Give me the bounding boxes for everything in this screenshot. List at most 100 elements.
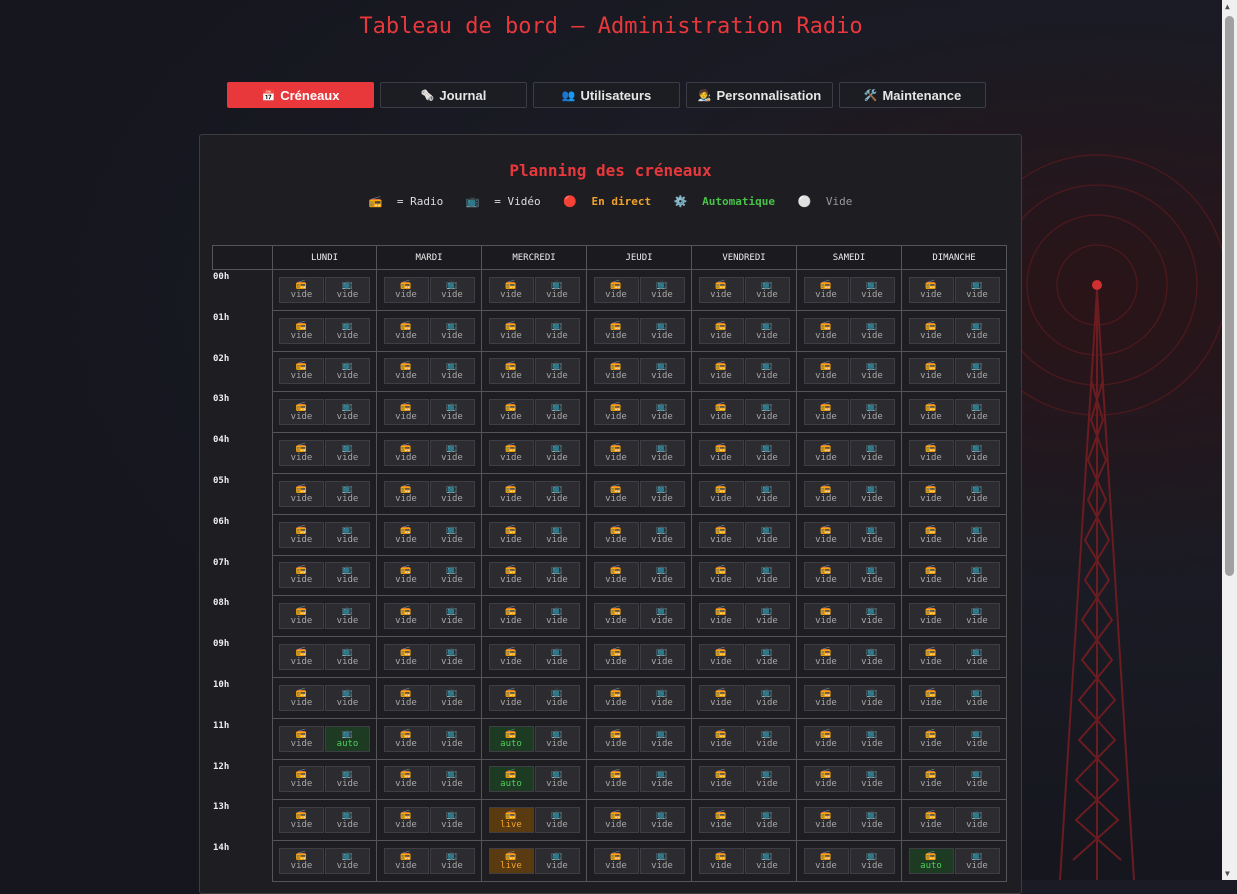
radio-slot[interactable]: 📻 vide	[279, 848, 324, 875]
scroll-down-icon[interactable]: ▼	[1225, 869, 1230, 878]
radio-slot[interactable]: 📻 vide	[593, 480, 639, 507]
radio-slot[interactable]: 📻 vide	[383, 725, 429, 752]
tab-maintenance[interactable]: 🛠️ Maintenance	[839, 82, 986, 108]
video-slot[interactable]: 📺 vide	[954, 725, 1000, 752]
radio-slot[interactable]: 📻 vide	[279, 725, 324, 752]
video-slot[interactable]: 📺 vide	[849, 521, 895, 548]
video-slot[interactable]: 📺 vide	[429, 684, 475, 711]
radio-slot[interactable]: 📻 vide	[488, 440, 534, 467]
radio-slot[interactable]: 📻 vide	[383, 358, 429, 385]
radio-slot[interactable]: 📻 vide	[908, 440, 954, 467]
video-slot[interactable]: 📺 vide	[849, 807, 895, 834]
radio-slot[interactable]: 📻 vide	[803, 603, 849, 630]
radio-slot[interactable]: 📻 vide	[488, 358, 534, 385]
radio-slot[interactable]: 📻 vide	[383, 399, 429, 426]
video-slot[interactable]: 📺 vide	[639, 684, 685, 711]
radio-slot[interactable]: 📻 vide	[803, 440, 849, 467]
radio-slot[interactable]: 📻 vide	[488, 276, 534, 303]
radio-slot[interactable]: 📻 vide	[383, 684, 429, 711]
radio-slot[interactable]: 📻 vide	[383, 807, 429, 834]
radio-slot[interactable]: 📻 vide	[593, 276, 639, 303]
scrollbar[interactable]: ▲ ▼	[1222, 0, 1237, 880]
video-slot[interactable]: 📺 vide	[639, 848, 685, 875]
radio-slot[interactable]: 📻 vide	[279, 644, 324, 671]
video-slot[interactable]: 📺 vide	[429, 317, 475, 344]
radio-slot[interactable]: 📻 vide	[488, 684, 534, 711]
video-slot[interactable]: 📺 vide	[429, 521, 475, 548]
video-slot[interactable]: 📺 vide	[954, 317, 1000, 344]
radio-slot[interactable]: 📻 auto	[488, 766, 534, 793]
video-slot[interactable]: 📺 vide	[639, 399, 685, 426]
video-slot[interactable]: 📺 vide	[744, 807, 790, 834]
radio-slot[interactable]: 📻 vide	[908, 684, 954, 711]
radio-slot[interactable]: 📻 vide	[698, 276, 744, 303]
video-slot[interactable]: 📺 vide	[325, 644, 370, 671]
radio-slot[interactable]: 📻 vide	[908, 807, 954, 834]
video-slot[interactable]: 📺 vide	[954, 644, 1000, 671]
radio-slot[interactable]: 📻 vide	[383, 521, 429, 548]
video-slot[interactable]: 📺 vide	[954, 276, 1000, 303]
video-slot[interactable]: 📺 vide	[325, 766, 370, 793]
video-slot[interactable]: 📺 vide	[639, 358, 685, 385]
video-slot[interactable]: 📺 vide	[534, 440, 580, 467]
video-slot[interactable]: 📺 vide	[954, 480, 1000, 507]
radio-slot[interactable]: 📻 vide	[593, 725, 639, 752]
video-slot[interactable]: 📺 vide	[744, 603, 790, 630]
video-slot[interactable]: 📺 vide	[534, 603, 580, 630]
video-slot[interactable]: 📺 vide	[429, 766, 475, 793]
radio-slot[interactable]: 📻 vide	[593, 848, 639, 875]
radio-slot[interactable]: 📻 vide	[279, 521, 324, 548]
radio-slot[interactable]: 📻 vide	[908, 399, 954, 426]
video-slot[interactable]: 📺 vide	[325, 480, 370, 507]
radio-slot[interactable]: 📻 vide	[698, 603, 744, 630]
radio-slot[interactable]: 📻 vide	[803, 766, 849, 793]
video-slot[interactable]: 📺 vide	[954, 848, 1000, 875]
radio-slot[interactable]: 📻 vide	[803, 562, 849, 589]
video-slot[interactable]: 📺 vide	[849, 848, 895, 875]
radio-slot[interactable]: 📻 vide	[698, 848, 744, 875]
radio-slot[interactable]: 📻 vide	[698, 725, 744, 752]
radio-slot[interactable]: 📻 vide	[593, 358, 639, 385]
video-slot[interactable]: 📺 vide	[744, 480, 790, 507]
radio-slot[interactable]: 📻 vide	[803, 807, 849, 834]
video-slot[interactable]: 📺 vide	[325, 603, 370, 630]
radio-slot[interactable]: 📻 vide	[908, 317, 954, 344]
video-slot[interactable]: 📺 vide	[325, 399, 370, 426]
radio-slot[interactable]: 📻 vide	[698, 766, 744, 793]
video-slot[interactable]: 📺 vide	[429, 276, 475, 303]
video-slot[interactable]: 📺 vide	[534, 317, 580, 344]
scroll-up-icon[interactable]: ▲	[1225, 2, 1230, 11]
radio-slot[interactable]: 📻 vide	[698, 521, 744, 548]
radio-slot[interactable]: 📻 vide	[488, 603, 534, 630]
radio-slot[interactable]: 📻 vide	[698, 358, 744, 385]
radio-slot[interactable]: 📻 vide	[383, 317, 429, 344]
radio-slot[interactable]: 📻 vide	[593, 399, 639, 426]
radio-slot[interactable]: 📻 vide	[279, 480, 324, 507]
radio-slot[interactable]: 📻 vide	[279, 440, 324, 467]
video-slot[interactable]: 📺 vide	[849, 440, 895, 467]
radio-slot[interactable]: 📻 vide	[593, 644, 639, 671]
video-slot[interactable]: 📺 vide	[325, 848, 370, 875]
video-slot[interactable]: 📺 vide	[534, 358, 580, 385]
video-slot[interactable]: 📺 vide	[639, 317, 685, 344]
video-slot[interactable]: 📺 vide	[849, 317, 895, 344]
radio-slot[interactable]: 📻 vide	[908, 725, 954, 752]
radio-slot[interactable]: 📻 vide	[593, 766, 639, 793]
radio-slot[interactable]: 📻 vide	[908, 358, 954, 385]
radio-slot[interactable]: 📻 auto	[488, 725, 534, 752]
video-slot[interactable]: 📺 vide	[325, 521, 370, 548]
video-slot[interactable]: 📺 vide	[954, 358, 1000, 385]
video-slot[interactable]: 📺 vide	[954, 399, 1000, 426]
video-slot[interactable]: 📺 vide	[429, 399, 475, 426]
video-slot[interactable]: 📺 vide	[639, 644, 685, 671]
radio-slot[interactable]: 📻 vide	[698, 807, 744, 834]
video-slot[interactable]: 📺 vide	[849, 358, 895, 385]
video-slot[interactable]: 📺 vide	[429, 644, 475, 671]
tab-journal[interactable]: 🗞️ Journal	[380, 82, 527, 108]
video-slot[interactable]: 📺 vide	[325, 440, 370, 467]
video-slot[interactable]: 📺 vide	[849, 684, 895, 711]
video-slot[interactable]: 📺 vide	[744, 399, 790, 426]
radio-slot[interactable]: 📻 vide	[698, 317, 744, 344]
video-slot[interactable]: 📺 vide	[534, 521, 580, 548]
video-slot[interactable]: 📺 vide	[849, 276, 895, 303]
